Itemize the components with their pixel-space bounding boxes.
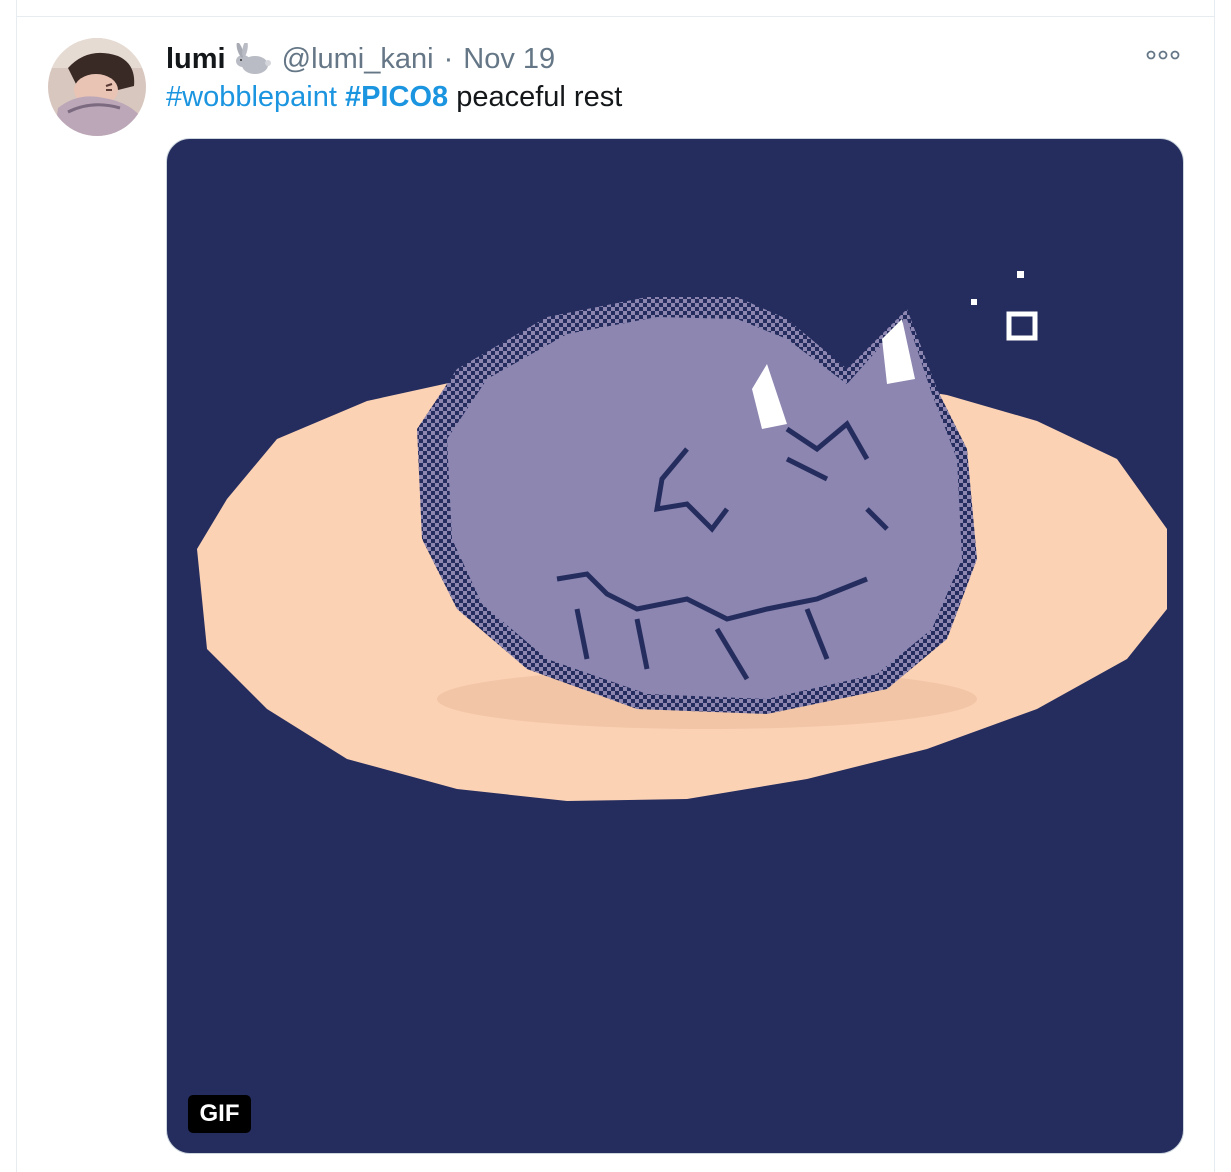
avatar[interactable] (48, 38, 146, 136)
user-handle[interactable]: @lumi_kani (282, 43, 434, 76)
gif-media[interactable]: GIF (166, 138, 1184, 1154)
tweet-text: #wobblepaint #PICO8 peaceful rest (166, 81, 622, 114)
sleeping-cat-illustration (197, 271, 1167, 801)
rabbit-icon (232, 41, 272, 75)
separator-dot: · (443, 42, 454, 75)
gif-badge: GIF (188, 1095, 251, 1133)
tweet[interactable]: lumi @lumi_kani · Nov 19 #wobblepaint #P… (16, 17, 1215, 1172)
display-name[interactable]: lumi (166, 43, 226, 76)
previous-tweet-border (16, 0, 1215, 17)
more-options-icon[interactable] (1145, 47, 1181, 63)
hashtag-link[interactable]: #wobblepaint (166, 81, 337, 113)
tweet-timestamp[interactable]: Nov 19 (463, 43, 555, 76)
tweet-body-text: peaceful rest (456, 81, 623, 113)
hashtag-link[interactable]: #PICO8 (345, 81, 448, 113)
tweet-header: lumi @lumi_kani · Nov 19 (166, 40, 555, 78)
